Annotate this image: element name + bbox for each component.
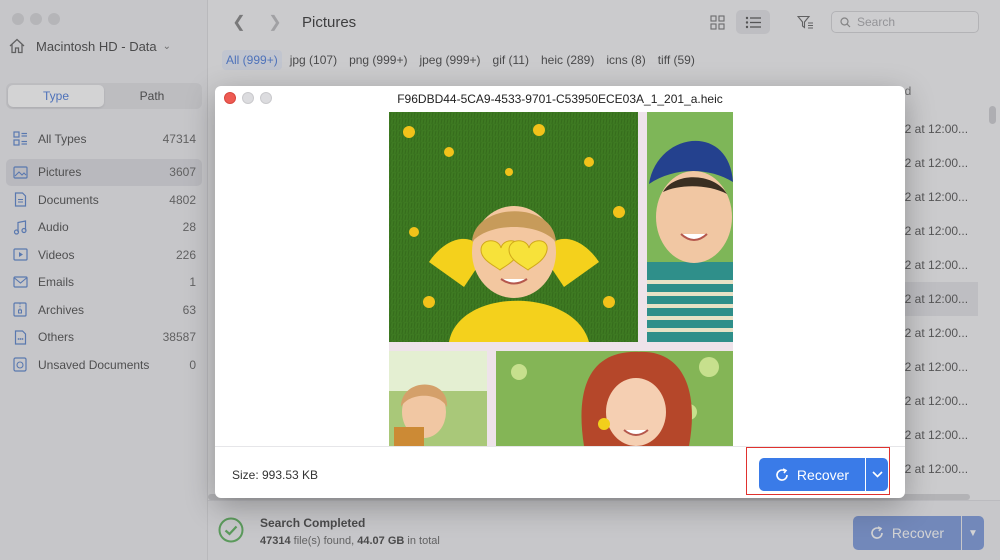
dialog-recover-label: Recover [796, 466, 850, 483]
minimize-dialog-icon[interactable] [242, 92, 254, 104]
dialog-titlebar: F96DBD44-5CA9-4533-9701-C53950ECE03A_1_2… [215, 86, 905, 112]
image-preview [389, 112, 733, 446]
dialog-footer: Size: 993.53 KB Recover [215, 446, 905, 498]
dialog-recover-options-button[interactable] [866, 458, 888, 491]
dialog-window-controls [224, 92, 272, 104]
dialog-recover-button[interactable]: Recover [759, 458, 865, 491]
maximize-dialog-icon[interactable] [260, 92, 272, 104]
recover-icon [776, 467, 788, 481]
file-size: Size: 993.53 KB [232, 468, 319, 482]
photo-collage-image [389, 112, 733, 446]
close-dialog-icon[interactable] [224, 92, 236, 104]
chevron-down-icon [871, 471, 883, 478]
dialog-title: F96DBD44-5CA9-4533-9701-C53950ECE03A_1_2… [397, 92, 723, 106]
preview-dialog: F96DBD44-5CA9-4533-9701-C53950ECE03A_1_2… [215, 86, 905, 498]
